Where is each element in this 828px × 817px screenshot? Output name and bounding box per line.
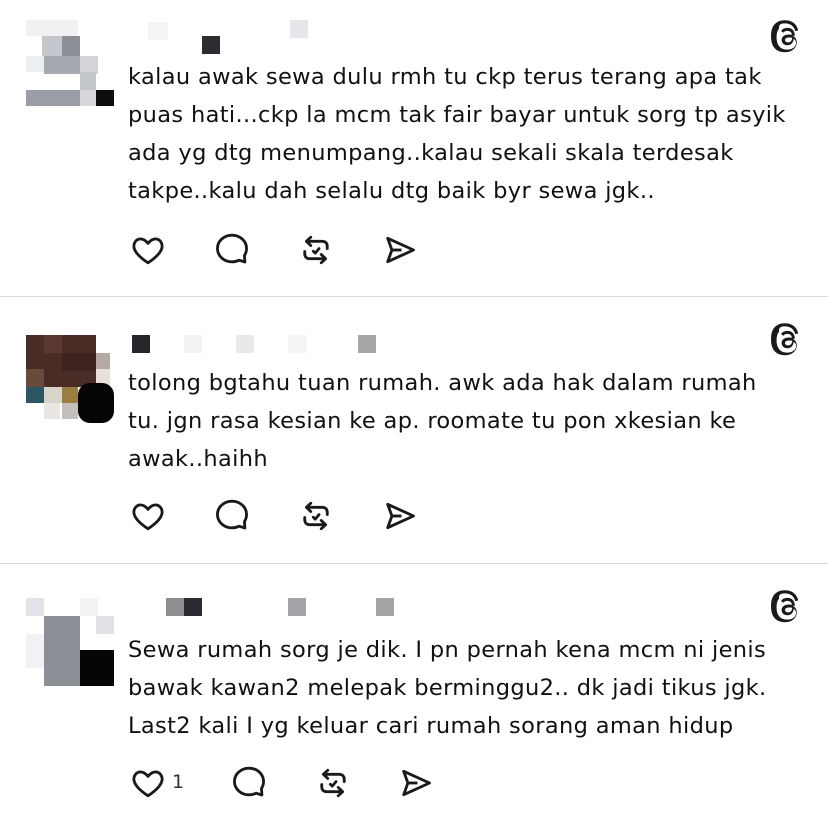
avatar[interactable] xyxy=(26,335,114,423)
threads-logo-icon[interactable] xyxy=(768,18,806,56)
username-redacted[interactable] xyxy=(128,20,428,54)
threads-logo-icon[interactable] xyxy=(768,321,806,359)
repost-icon xyxy=(303,501,329,531)
repost-button[interactable] xyxy=(296,496,336,536)
share-button[interactable] xyxy=(380,230,420,270)
avatar[interactable] xyxy=(26,20,114,108)
repost-button[interactable] xyxy=(313,763,353,803)
repost-button[interactable] xyxy=(296,230,336,270)
username-redacted[interactable] xyxy=(128,335,428,355)
reply-button[interactable] xyxy=(212,496,252,536)
action-bar: 1 xyxy=(128,763,528,803)
comment-icon xyxy=(233,766,265,797)
action-bar xyxy=(128,230,528,270)
repost-icon xyxy=(320,768,346,798)
like-button[interactable] xyxy=(128,496,168,536)
repost-icon xyxy=(303,235,329,265)
reply-post: tolong bgtahu tuan rumah. awk ada hak da… xyxy=(0,297,828,563)
heart-icon xyxy=(132,503,164,531)
threads-logo-icon[interactable] xyxy=(768,588,806,626)
heart-icon xyxy=(132,770,164,798)
share-icon xyxy=(386,502,415,530)
reply-post: Sewa rumah sorg je dik. I pn pernah kena… xyxy=(0,564,828,817)
comment-icon xyxy=(216,233,248,264)
like-button[interactable] xyxy=(128,763,168,803)
comment-icon xyxy=(216,499,248,530)
reply-button[interactable] xyxy=(212,230,252,270)
heart-icon xyxy=(132,237,164,265)
share-icon xyxy=(402,769,431,797)
avatar[interactable] xyxy=(26,598,114,686)
post-text: Sewa rumah sorg je dik. I pn pernah kena… xyxy=(128,637,767,739)
share-icon xyxy=(386,236,415,264)
post-text: kalau awak sewa dulu rmh tu ckp terus te… xyxy=(128,64,786,204)
share-button[interactable] xyxy=(396,763,436,803)
like-button[interactable] xyxy=(128,230,168,270)
reply-button[interactable] xyxy=(229,763,269,803)
username-redacted[interactable] xyxy=(128,598,428,618)
reply-post: kalau awak sewa dulu rmh tu ckp terus te… xyxy=(0,0,828,296)
action-bar xyxy=(128,496,528,536)
post-text: tolong bgtahu tuan rumah. awk ada hak da… xyxy=(128,370,757,472)
share-button[interactable] xyxy=(380,496,420,536)
like-count: 1 xyxy=(172,771,185,793)
